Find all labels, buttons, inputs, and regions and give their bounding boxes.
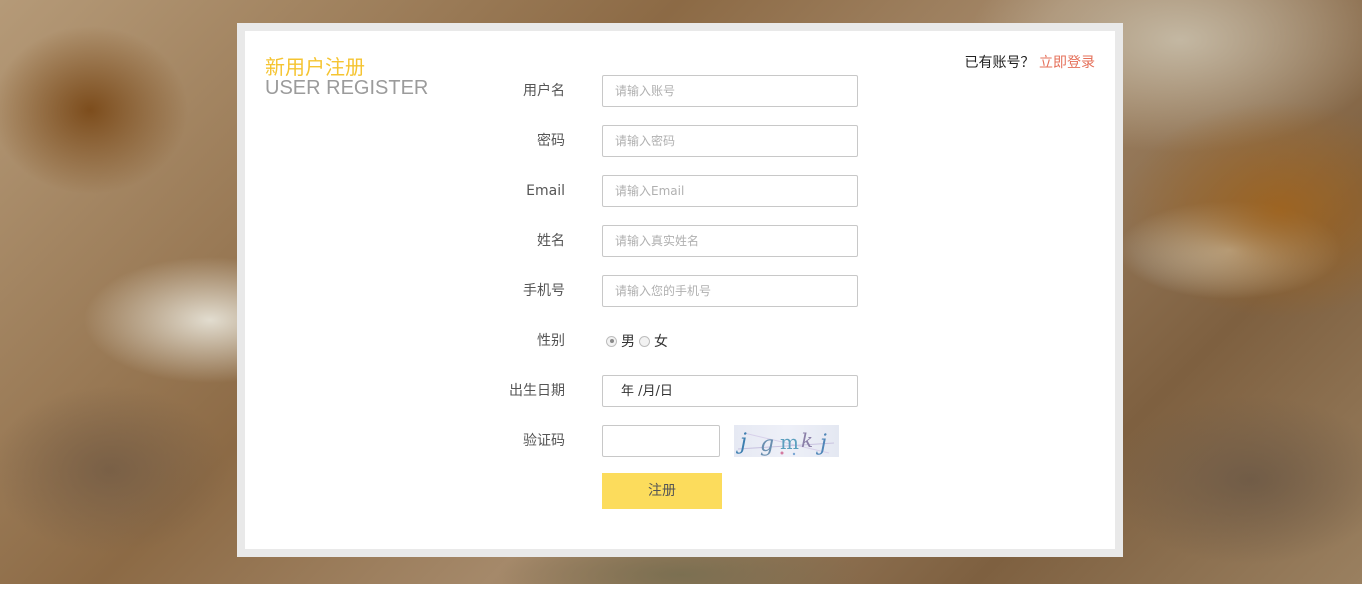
password-label: 密码 [537,133,565,149]
captcha-input[interactable] [602,425,720,457]
phone-input[interactable]: 请输入您的手机号 [602,275,858,307]
username-row: 用户名 请输入账号 [245,75,1115,107]
phone-row: 手机号 请输入您的手机号 [245,275,1115,307]
login-link[interactable]: 立即登录 [1039,55,1095,71]
birthday-row: 出生日期 年 /月/日 [245,375,1115,407]
login-prompt: 已有账号？ [964,55,1035,71]
username-input[interactable]: 请输入账号 [602,75,858,107]
captcha-glyphs: j g m k j [735,428,835,457]
email-label: Email [526,183,565,199]
password-row: 密码 请输入密码 [245,125,1115,157]
gender-female-radio[interactable] [639,335,650,347]
password-input[interactable]: 请输入密码 [602,125,858,157]
register-card: 新用户注册 USER REGISTER 已有账号？ 立即登录 用户名 请输入账号… [245,31,1115,549]
svg-text:j: j [815,431,827,456]
gender-female-label[interactable]: 女 [654,331,668,351]
username-label: 用户名 [523,83,565,99]
realname-row: 姓名 请输入真实姓名 [245,225,1115,257]
svg-text:g: g [760,432,774,457]
phone-label: 手机号 [523,283,565,299]
svg-text:m: m [780,430,799,454]
birthday-date-input[interactable]: 年 /月/日 [602,375,858,407]
gender-male-radio[interactable] [606,335,617,347]
register-button[interactable]: 注册 [602,473,722,509]
gender-row: 性别 男 女 [245,325,1115,357]
svg-text:k: k [801,428,813,452]
submit-row: 注册 [245,473,1115,509]
gender-male-label[interactable]: 男 [621,331,635,351]
email-input[interactable]: 请输入Email [602,175,858,207]
register-card-frame: 新用户注册 USER REGISTER 已有账号？ 立即登录 用户名 请输入账号… [237,23,1123,557]
birthday-date-value: 年 /月/日 [621,384,673,399]
email-row: Email 请输入Email [245,175,1115,207]
gender-radio-group: 男 女 [606,325,672,357]
svg-text:j: j [735,430,747,455]
birthday-label: 出生日期 [509,383,565,399]
realname-input[interactable]: 请输入真实姓名 [602,225,858,257]
realname-label: 姓名 [537,233,565,249]
captcha-row: 验证码 j g m k j [245,425,1115,457]
captcha-label: 验证码 [523,433,565,449]
login-hint: 已有账号？ 立即登录 [965,52,1095,72]
captcha-image[interactable]: j g m k j [734,425,839,457]
gender-label: 性别 [537,333,565,349]
